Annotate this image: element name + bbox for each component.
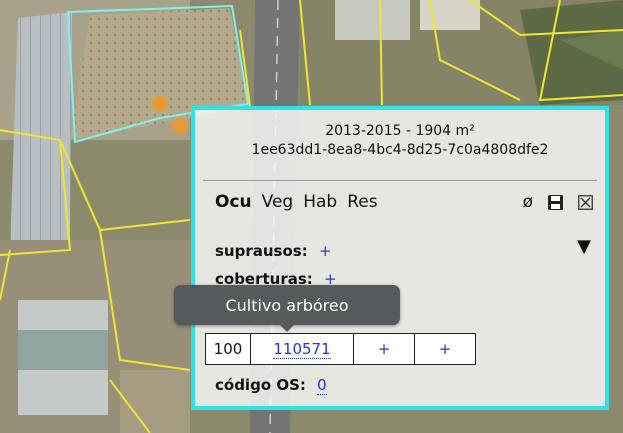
codigo-os-value[interactable]: 0 — [317, 376, 327, 395]
divider — [203, 180, 597, 181]
codigo-os-row: código OS: 0 — [215, 376, 327, 395]
floppy-disk-icon — [548, 194, 563, 210]
add-suprauso-button[interactable]: + — [319, 242, 332, 260]
tooltip-text: Cultivo arbóreo — [225, 295, 349, 315]
add-cell-button[interactable]: + — [414, 333, 476, 365]
close-button[interactable] — [578, 194, 593, 210]
marker-point — [172, 118, 188, 134]
add-cell-button[interactable]: + — [353, 333, 415, 365]
codigo-os-label: código OS: — [215, 376, 306, 394]
tab-bar: Ocu Veg Hab Res — [215, 192, 378, 212]
parcel-info-popup: 2013-2015 - 1904 m² 1ee63dd1-8ea8-4bc4-8… — [191, 106, 609, 410]
suprausos-label: suprausos: — [215, 242, 308, 260]
tab-ocu[interactable]: Ocu — [215, 192, 252, 212]
parcel-id: 1ee63dd1-8ea8-4bc4-8d25-7c0a4808dfe2 — [251, 142, 549, 158]
popup-actions: ø — [523, 192, 593, 212]
table-row: 100 110571 + + — [205, 333, 476, 365]
marker-point — [152, 96, 168, 112]
code-link[interactable]: 110571 — [273, 340, 331, 359]
coverage-table: 100 110571 + + — [205, 333, 476, 365]
percent-cell: 100 — [205, 333, 251, 365]
expand-toggle[interactable]: ▼ — [577, 236, 591, 257]
tab-res[interactable]: Res — [347, 192, 377, 212]
popup-title: 2013-2015 - 1904 m² — [325, 123, 475, 139]
tab-veg[interactable]: Veg — [262, 192, 294, 212]
tooltip: Cultivo arbóreo — [174, 285, 400, 332]
clear-button[interactable]: ø — [523, 192, 533, 212]
tab-hab[interactable]: Hab — [303, 192, 337, 212]
suprausos-row: suprausos: + — [215, 242, 332, 260]
code-cell[interactable]: 110571 — [250, 333, 354, 365]
close-box-icon — [578, 194, 593, 210]
save-button[interactable] — [547, 194, 564, 211]
popup-header: 2013-2015 - 1904 m² 1ee63dd1-8ea8-4bc4-8… — [195, 110, 605, 160]
